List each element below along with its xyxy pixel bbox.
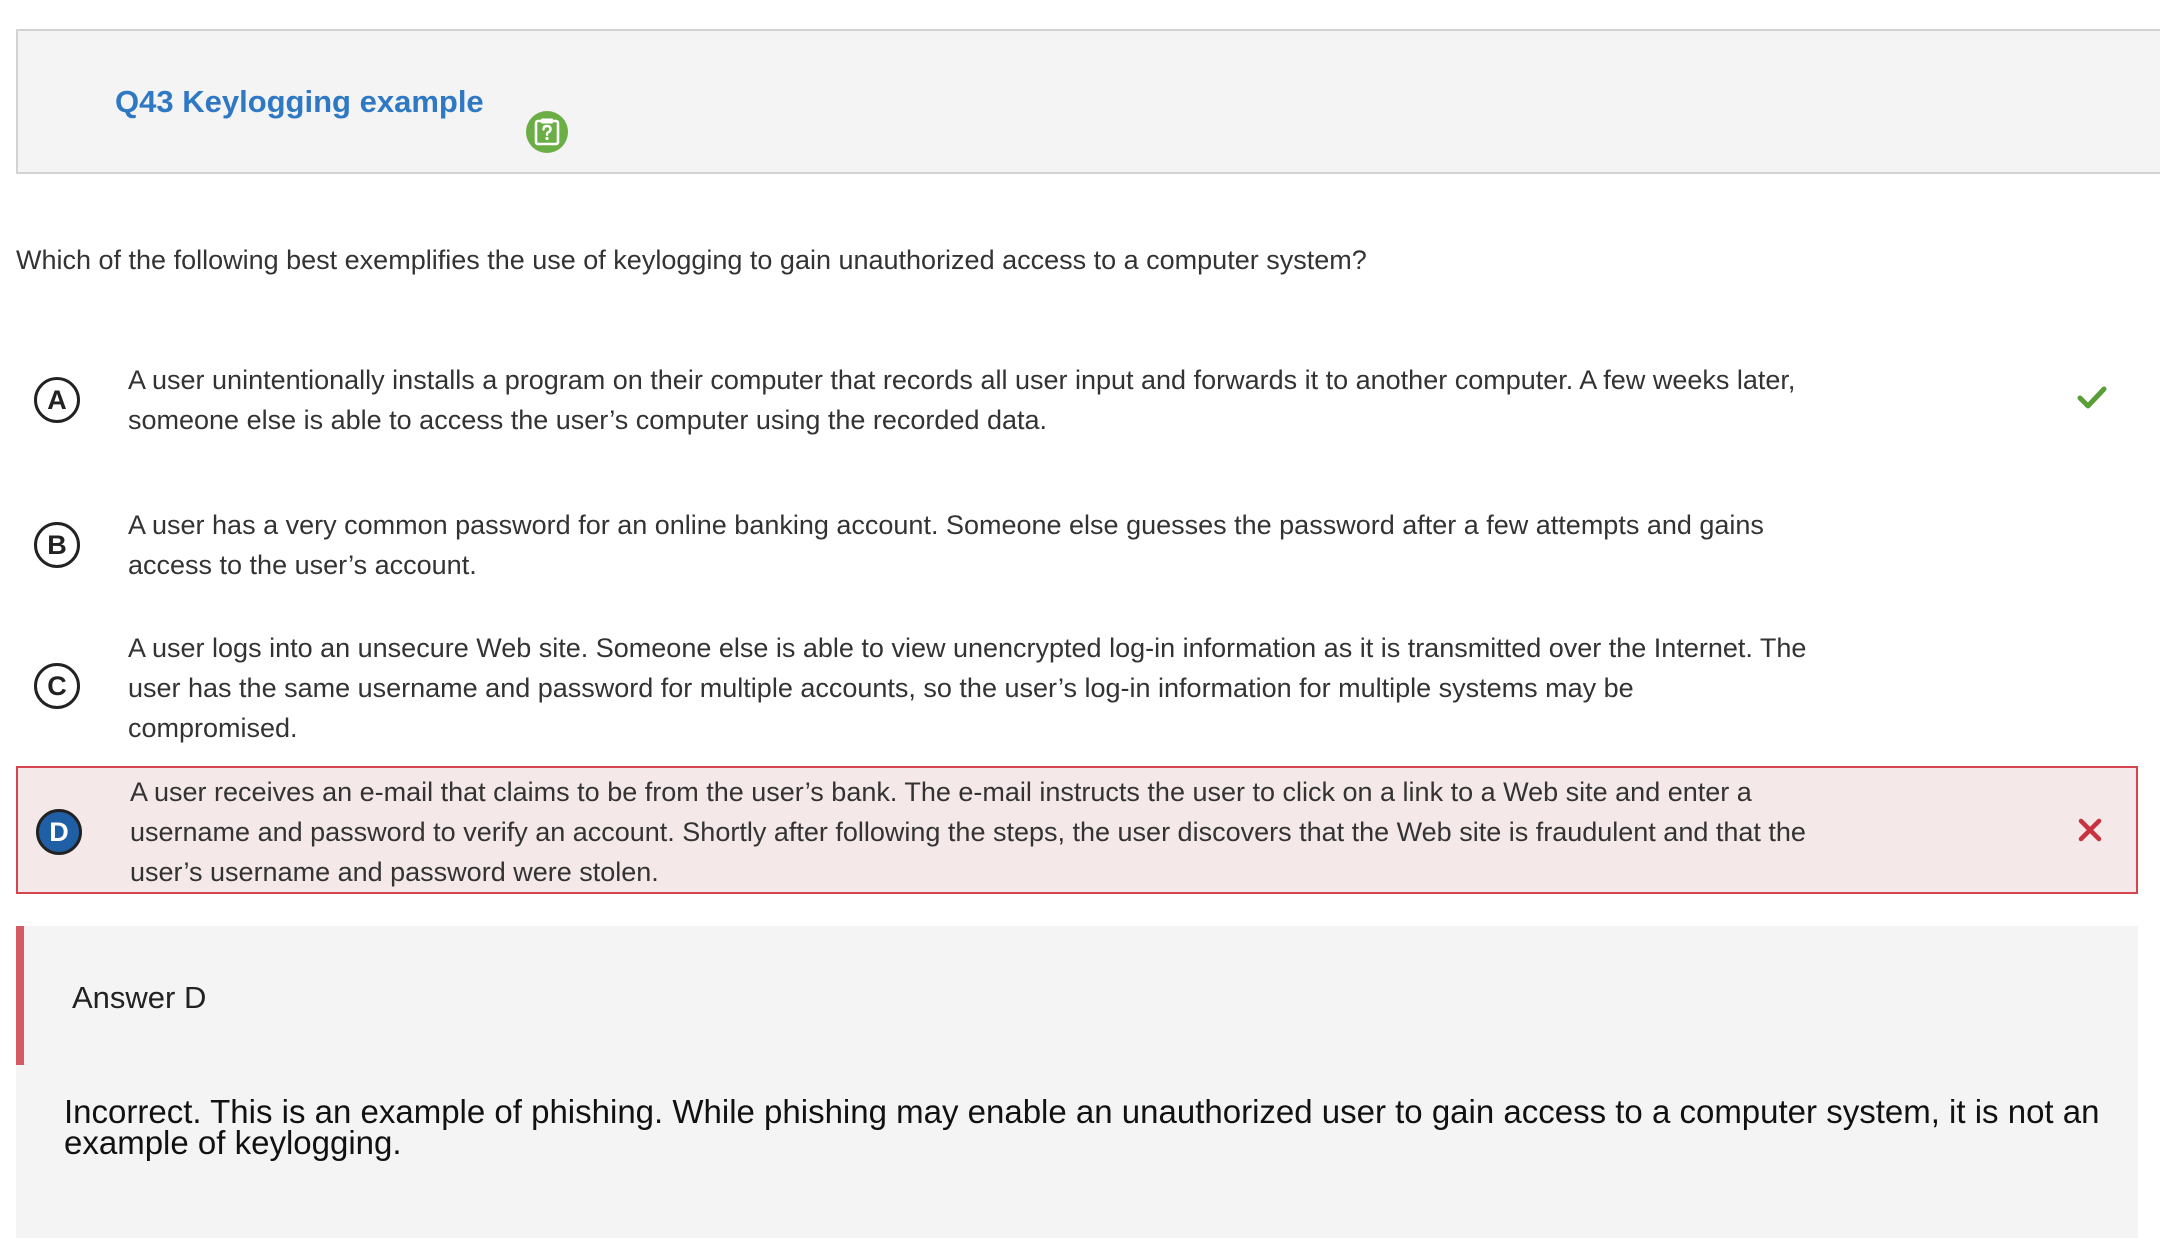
- answer-label: Answer D: [72, 980, 207, 1015]
- question-header: Q43 Keylogging example: [16, 29, 2160, 174]
- checkmark-icon: [2072, 378, 2112, 418]
- option-letter-d[interactable]: D: [36, 809, 82, 855]
- option-c[interactable]: C A user logs into an unsecure Web site.…: [16, 620, 2138, 750]
- option-letter-c[interactable]: C: [34, 663, 80, 709]
- option-text-a: A user unintentionally installs a progra…: [128, 365, 1796, 435]
- question-title: Q43 Keylogging example: [115, 84, 484, 119]
- question-mark-icon[interactable]: [526, 111, 568, 153]
- x-icon: [2070, 810, 2110, 850]
- option-text-b: A user has a very common password for an…: [128, 510, 1764, 580]
- answer-explanation: Incorrect. This is an example of phishin…: [64, 1093, 2100, 1161]
- incorrect-indicator-bar: [16, 926, 24, 1065]
- question-text: Which of the following best exemplifies …: [16, 245, 1367, 275]
- option-b[interactable]: B A user has a very common password for …: [16, 495, 2138, 595]
- option-d[interactable]: D A user receives an e-mail that claims …: [16, 766, 2138, 894]
- option-letter-b[interactable]: B: [34, 522, 80, 568]
- quiz-page: Q43 Keylogging example Which of the foll…: [0, 0, 2160, 1238]
- option-a[interactable]: A A user unintentionally installs a prog…: [16, 350, 2138, 450]
- answer-feedback-panel: Answer D Incorrect. This is an example o…: [16, 926, 2138, 1238]
- option-text-c: A user logs into an unsecure Web site. S…: [128, 633, 1807, 743]
- option-text-d: A user receives an e-mail that claims to…: [130, 777, 1806, 887]
- option-letter-a[interactable]: A: [34, 377, 80, 423]
